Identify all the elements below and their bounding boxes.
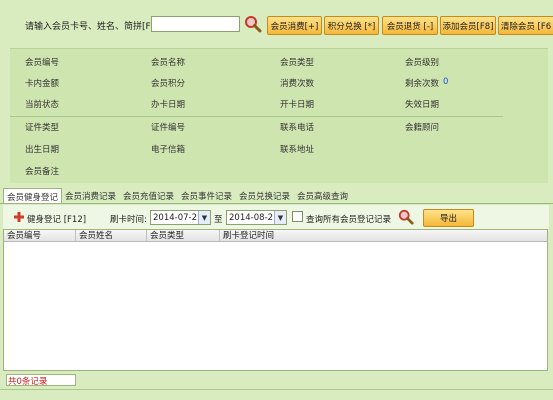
points-exchange-button[interactable]: 积分兑换 [*] — [324, 16, 379, 35]
register-grid[interactable] — [3, 229, 548, 371]
fitness-register-label: 健身登记 [F12] — [27, 214, 87, 225]
card-balance-label: 卡内金额 — [25, 79, 60, 89]
search-icon[interactable] — [398, 209, 416, 227]
id-type-label: 证件类型 — [25, 123, 60, 133]
tab-consume-record[interactable]: 会员消费记录 — [65, 188, 116, 204]
fitness-register-button[interactable]: 健身登记 [F12] — [13, 211, 86, 226]
swipe-time-label: 刷卡时间: — [110, 215, 147, 225]
info-divider — [10, 116, 503, 117]
chevron-down-icon[interactable]: ▼ — [198, 211, 210, 224]
email-label: 电子信箱 — [151, 145, 186, 155]
col-member-no[interactable]: 会员编号 — [4, 230, 76, 242]
tab-recharge-record[interactable]: 会员充值记录 — [123, 188, 174, 204]
query-all-checkbox[interactable] — [292, 211, 303, 222]
id-number-label: 证件编号 — [151, 123, 186, 133]
member-points-label: 会员积分 — [151, 79, 186, 89]
birthday-label: 出生日期 — [25, 145, 60, 155]
record-count: 共0条记录 — [8, 377, 48, 387]
member-no-label: 会员编号 — [25, 58, 60, 68]
current-status-label: 当前状态 — [25, 100, 60, 110]
date-from-picker[interactable]: 2014-07-21 ▼ — [150, 210, 211, 225]
tab-fitness-register[interactable]: 会员健身登记 — [3, 188, 63, 204]
search-icon[interactable] — [244, 15, 262, 33]
activate-date-label: 开卡日期 — [280, 100, 315, 110]
member-type-label: 会员类型 — [280, 58, 315, 68]
export-button[interactable]: 导出 — [423, 209, 474, 227]
date-from-value: 2014-07-21 — [153, 212, 203, 223]
col-swipe-time[interactable]: 刷卡登记时间 — [220, 230, 547, 242]
member-return-button[interactable]: 会员退货 [-] — [382, 16, 438, 35]
status-bar — [0, 372, 553, 400]
remaining-count-label: 剩余次数 — [405, 79, 440, 89]
address-label: 联系地址 — [280, 145, 315, 155]
clear-member-button[interactable]: 清除会员 [F6 — [498, 16, 553, 35]
remaining-count-value: 0 — [443, 77, 449, 87]
member-consume-button[interactable]: 会员消费[+] — [267, 16, 322, 35]
chevron-down-icon[interactable]: ▼ — [274, 211, 286, 224]
add-icon — [13, 211, 25, 226]
consume-count-label: 消费次数 — [280, 79, 315, 89]
member-name-label: 会员名称 — [151, 58, 186, 68]
remark-label: 会员备注 — [25, 167, 60, 177]
date-to-value: 2014-08-21 — [229, 212, 279, 223]
member-level-label: 会员级别 — [405, 58, 440, 68]
col-member-type[interactable]: 会员类型 — [147, 230, 220, 242]
tab-event-record[interactable]: 会员事件记录 — [181, 188, 232, 204]
issue-date-label: 办卡日期 — [151, 100, 186, 110]
search-input[interactable] — [151, 16, 240, 32]
tab-underline — [0, 203, 553, 204]
tab-exchange-record[interactable]: 会员兑换记录 — [239, 188, 290, 204]
expire-date-label: 失效日期 — [405, 100, 440, 110]
date-to-picker[interactable]: 2014-08-21 ▼ — [226, 210, 287, 225]
col-member-name[interactable]: 会员姓名 — [76, 230, 147, 242]
add-member-button[interactable]: 添加会员[F8] — [440, 16, 496, 35]
date-to-label: 至 — [214, 215, 223, 225]
phone-label: 联系电话 — [280, 123, 315, 133]
search-label: 请输入会员卡号、姓名、简拼[F3] — [25, 22, 160, 32]
consultant-label: 会籍顾问 — [405, 123, 440, 133]
query-all-label: 查询所有会员登记记录 — [306, 215, 392, 225]
footer-divider — [0, 389, 553, 390]
tab-advanced-query[interactable]: 会员高级查询 — [297, 188, 348, 204]
